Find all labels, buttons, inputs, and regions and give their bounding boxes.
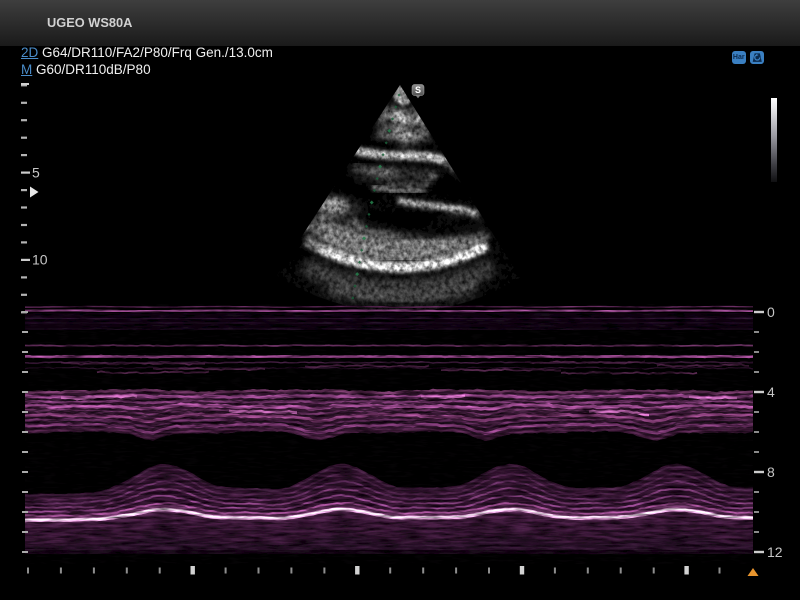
svg-text:8: 8 — [767, 464, 775, 480]
svg-text:10: 10 — [32, 252, 48, 268]
svg-text:S: S — [415, 85, 421, 95]
svg-text:0: 0 — [767, 304, 775, 320]
svg-text:12: 12 — [767, 544, 783, 560]
svg-text:4: 4 — [767, 384, 775, 400]
svg-text:5: 5 — [32, 165, 40, 181]
